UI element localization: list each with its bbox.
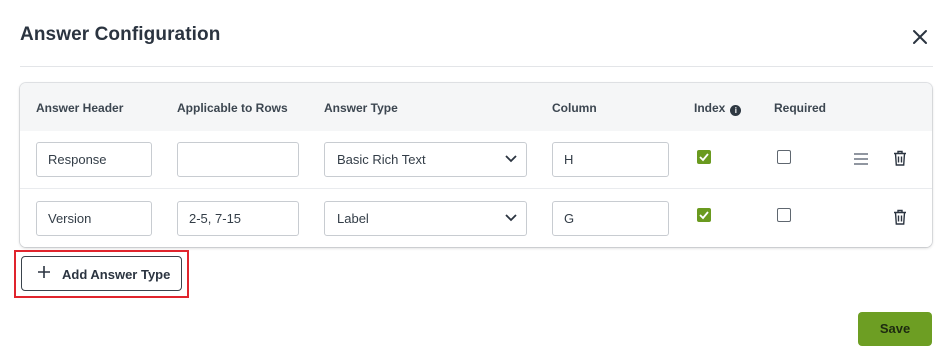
- table-header-row: Answer Header Applicable to Rows Answer …: [20, 83, 932, 131]
- drag-handle-icon[interactable]: [852, 150, 870, 168]
- header-index-label: Index: [694, 101, 726, 115]
- header-answer-header: Answer Header: [36, 101, 124, 115]
- index-checkbox[interactable]: [697, 150, 711, 164]
- applicable-rows-input[interactable]: [177, 142, 299, 177]
- chevron-down-icon: [505, 214, 517, 222]
- plus-icon: [38, 266, 50, 278]
- index-checkbox[interactable]: [697, 208, 711, 222]
- required-checkbox[interactable]: [777, 208, 791, 222]
- close-icon[interactable]: [909, 26, 931, 48]
- add-answer-type-button[interactable]: Add Answer Type: [21, 256, 182, 291]
- column-input[interactable]: [552, 201, 669, 236]
- table-row: Basic Rich Text: [20, 131, 932, 189]
- trash-icon[interactable]: [891, 208, 909, 226]
- title-divider: [20, 66, 933, 67]
- applicable-rows-input[interactable]: [177, 201, 299, 236]
- dialog-title: Answer Configuration: [20, 24, 221, 45]
- header-applicable-rows: Applicable to Rows: [177, 101, 288, 115]
- info-icon[interactable]: i: [730, 105, 742, 116]
- trash-icon[interactable]: [891, 149, 909, 167]
- answer-type-value: Basic Rich Text: [337, 152, 426, 167]
- header-index: Index i: [694, 101, 742, 116]
- table-row: Label: [20, 189, 932, 247]
- answer-type-select[interactable]: Basic Rich Text: [324, 142, 527, 177]
- header-required: Required: [774, 101, 827, 115]
- required-checkbox[interactable]: [777, 150, 791, 164]
- save-button[interactable]: Save: [858, 312, 932, 346]
- answer-type-select[interactable]: Label: [324, 201, 527, 236]
- header-answer-type: Answer Type: [324, 101, 398, 115]
- answer-header-input[interactable]: [36, 201, 152, 236]
- add-answer-type-label: Add Answer Type: [62, 267, 171, 282]
- answer-header-input[interactable]: [36, 142, 152, 177]
- answer-table: Answer Header Applicable to Rows Answer …: [20, 83, 932, 247]
- chevron-down-icon: [505, 155, 517, 163]
- answer-type-value: Label: [337, 211, 369, 226]
- column-input[interactable]: [552, 142, 669, 177]
- header-column: Column: [552, 101, 597, 115]
